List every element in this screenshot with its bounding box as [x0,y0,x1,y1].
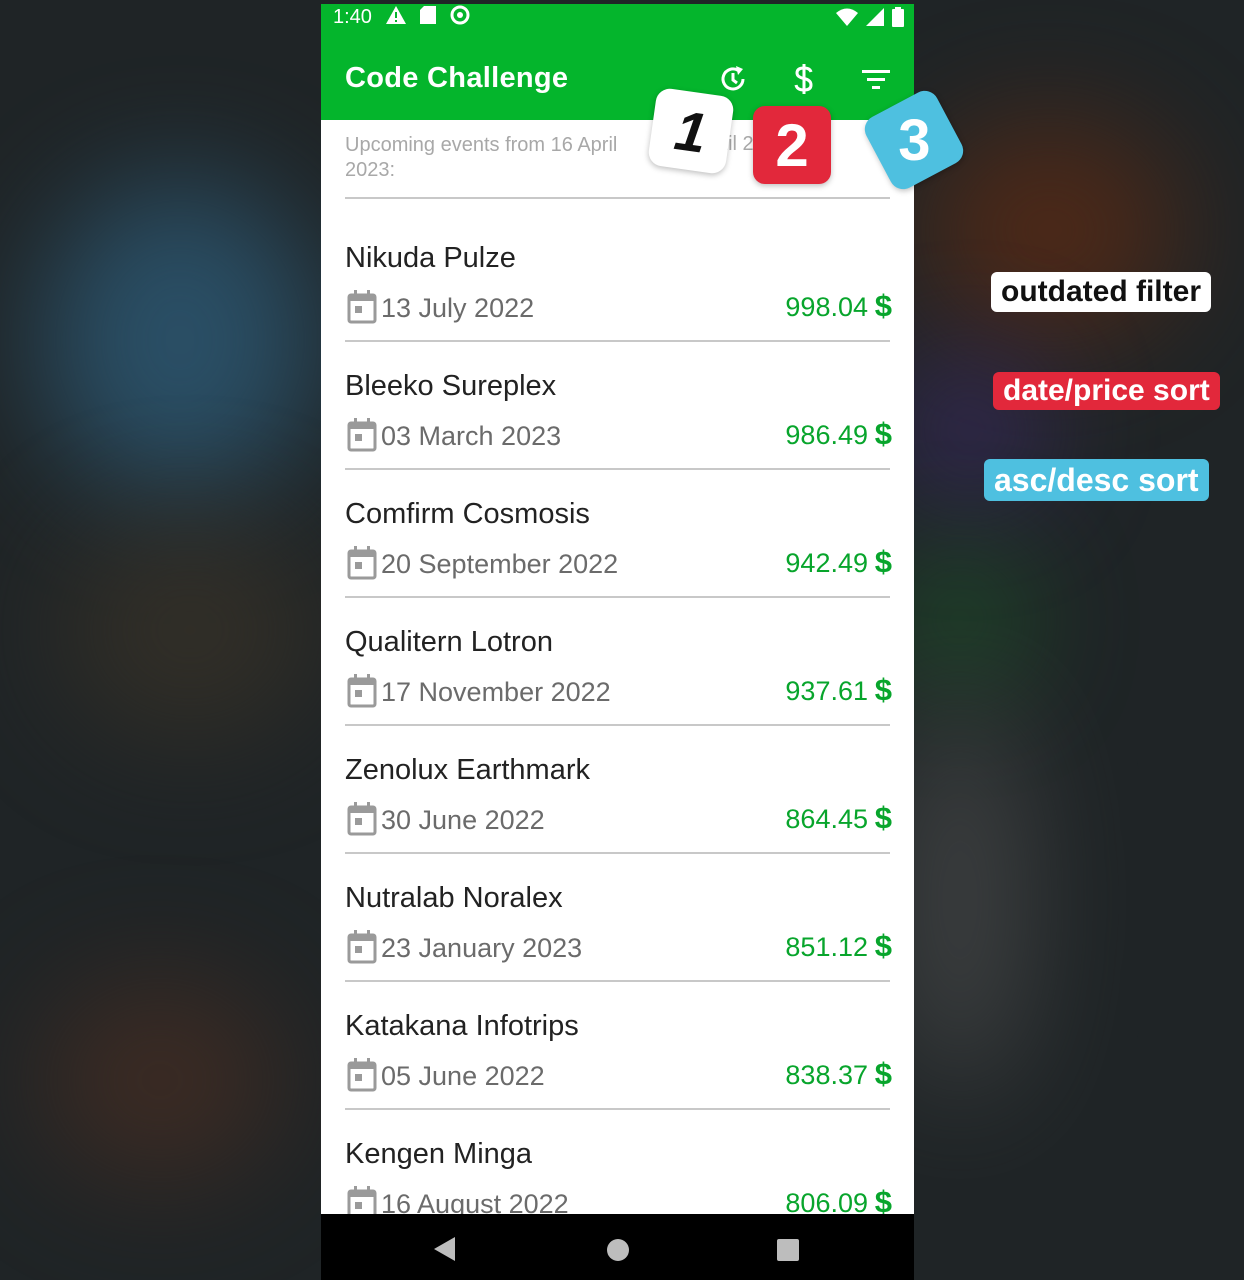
row-divider [345,1108,890,1110]
warning-icon [385,5,406,30]
row-divider [345,596,890,598]
phone-screen: 1:40 Code Challenge Upcoming events from… [321,4,914,1280]
asc-desc-sort-label: asc/desc sort [984,459,1209,501]
event-name: Zenolux Earthmark [345,754,590,786]
event-name: Nikuda Pulze [345,242,516,274]
list-item[interactable]: Katakana Infotrips 05 June 2022 838.37 $ [321,998,914,1126]
event-price: 838.37 [785,1060,868,1090]
battery-icon [892,7,904,33]
event-price: 942.49 [785,548,868,578]
back-icon[interactable] [433,1236,457,1267]
event-currency: $ [874,928,892,963]
status-time: 1:40 [333,6,372,28]
sticker-2: 2 [753,106,831,184]
event-name: Bleeko Sureplex [345,370,557,402]
event-name: Nutralab Noralex [345,882,563,914]
event-price: 986.49 [785,420,868,450]
list-item[interactable]: Zenolux Earthmark 30 June 2022 864.45 $ [321,742,914,870]
event-price: 864.45 [785,804,868,834]
event-currency: $ [874,672,892,707]
event-currency: $ [874,1056,892,1091]
list-item[interactable]: Comfirm Cosmosis 20 September 2022 942.4… [321,486,914,614]
sticker-3-label: 3 [897,107,931,173]
sticker-1-label: 1 [671,97,711,165]
filter-list-icon[interactable] [859,61,895,97]
wifi-icon [836,8,858,32]
event-currency: $ [874,544,892,579]
event-date: 13 July 2022 [381,293,535,323]
signal-icon [866,8,884,32]
system-nav-bar [321,1214,914,1280]
row-divider [345,980,890,982]
dollar-icon[interactable] [786,61,822,97]
list-item[interactable]: Nutralab Noralex 23 January 2023 851.12 … [321,870,914,998]
event-currency: $ [874,416,892,451]
event-name: Comfirm Cosmosis [345,498,590,530]
event-date: 23 January 2023 [381,933,583,963]
row-divider [345,468,890,470]
event-price: 998.04 [785,292,868,322]
event-price: 937.61 [785,676,868,706]
sticker-2-label: 2 [775,111,809,179]
outdated-filter-label: outdated filter [991,272,1211,312]
event-date: 17 November 2022 [381,677,611,707]
history-icon[interactable] [715,61,751,97]
event-date: 30 June 2022 [381,805,545,835]
calendar-icon [347,546,377,585]
calendar-icon [347,802,377,841]
calendar-icon [347,930,377,969]
calendar-icon [347,674,377,713]
event-name: Katakana Infotrips [345,1010,579,1042]
event-currency: $ [874,800,892,835]
recents-icon[interactable] [777,1239,799,1266]
event-date: 05 June 2022 [381,1061,545,1091]
home-icon[interactable] [606,1238,630,1267]
date-range-subtitle: Upcoming events from 16 April 2023: [345,134,618,181]
row-divider [345,724,890,726]
calendar-icon [347,418,377,457]
event-price: 851.12 [785,932,868,962]
list-item[interactable]: Qualitern Lotron 17 November 2022 937.61… [321,614,914,742]
row-divider [345,340,890,342]
sd-card-icon [419,5,436,30]
event-date: 03 March 2023 [381,421,562,451]
list-item[interactable]: Bleeko Sureplex 03 March 2023 986.49 $ [321,358,914,486]
date-price-sort-label: date/price sort [993,372,1220,410]
event-name: Qualitern Lotron [345,626,553,658]
calendar-icon [347,1058,377,1097]
list-item[interactable]: Nikuda Pulze 13 July 2022 998.04 $ [321,230,914,358]
status-bar: 1:40 [321,4,914,31]
event-currency: $ [874,288,892,323]
event-date: 20 September 2022 [381,549,619,579]
sticker-1: 1 [646,86,736,176]
calendar-icon [347,290,377,329]
event-name: Kengen Minga [345,1138,533,1170]
subtitle-divider [345,197,890,199]
app-title: Code Challenge [345,62,569,94]
sync-icon [450,5,470,31]
row-divider [345,852,890,854]
